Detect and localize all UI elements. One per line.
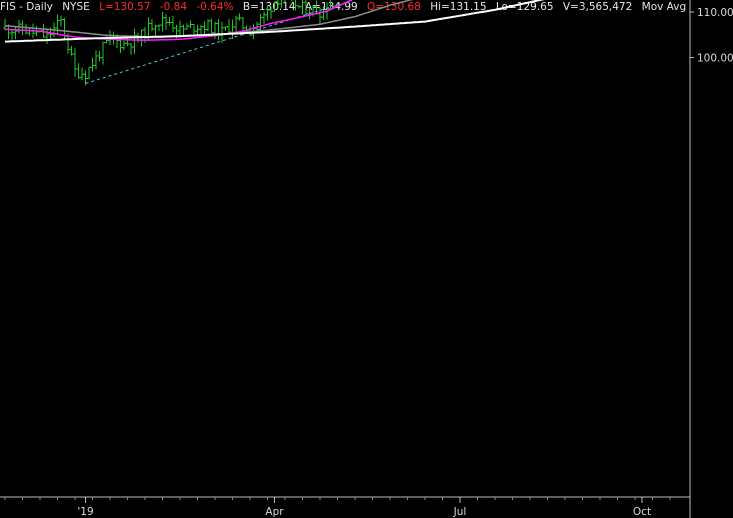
ma-mid-line <box>4 0 414 38</box>
x-tick-label: Oct <box>633 506 651 518</box>
x-tick-label: Apr <box>265 506 284 518</box>
price-chart[interactable]: 100.00110.00120.00130.00140.00'19AprJulO… <box>0 0 733 518</box>
price-bars <box>3 0 331 86</box>
y-tick-label: 110.00 <box>697 7 733 19</box>
x-tick-label: Jul <box>453 506 467 518</box>
trendline <box>85 0 355 84</box>
chart-window: FIS - Daily NYSE L=130.57 -0.84 -0.64% B… <box>0 0 733 518</box>
y-tick-label: 100.00 <box>697 53 733 65</box>
x-tick-label: '19 <box>77 506 93 518</box>
